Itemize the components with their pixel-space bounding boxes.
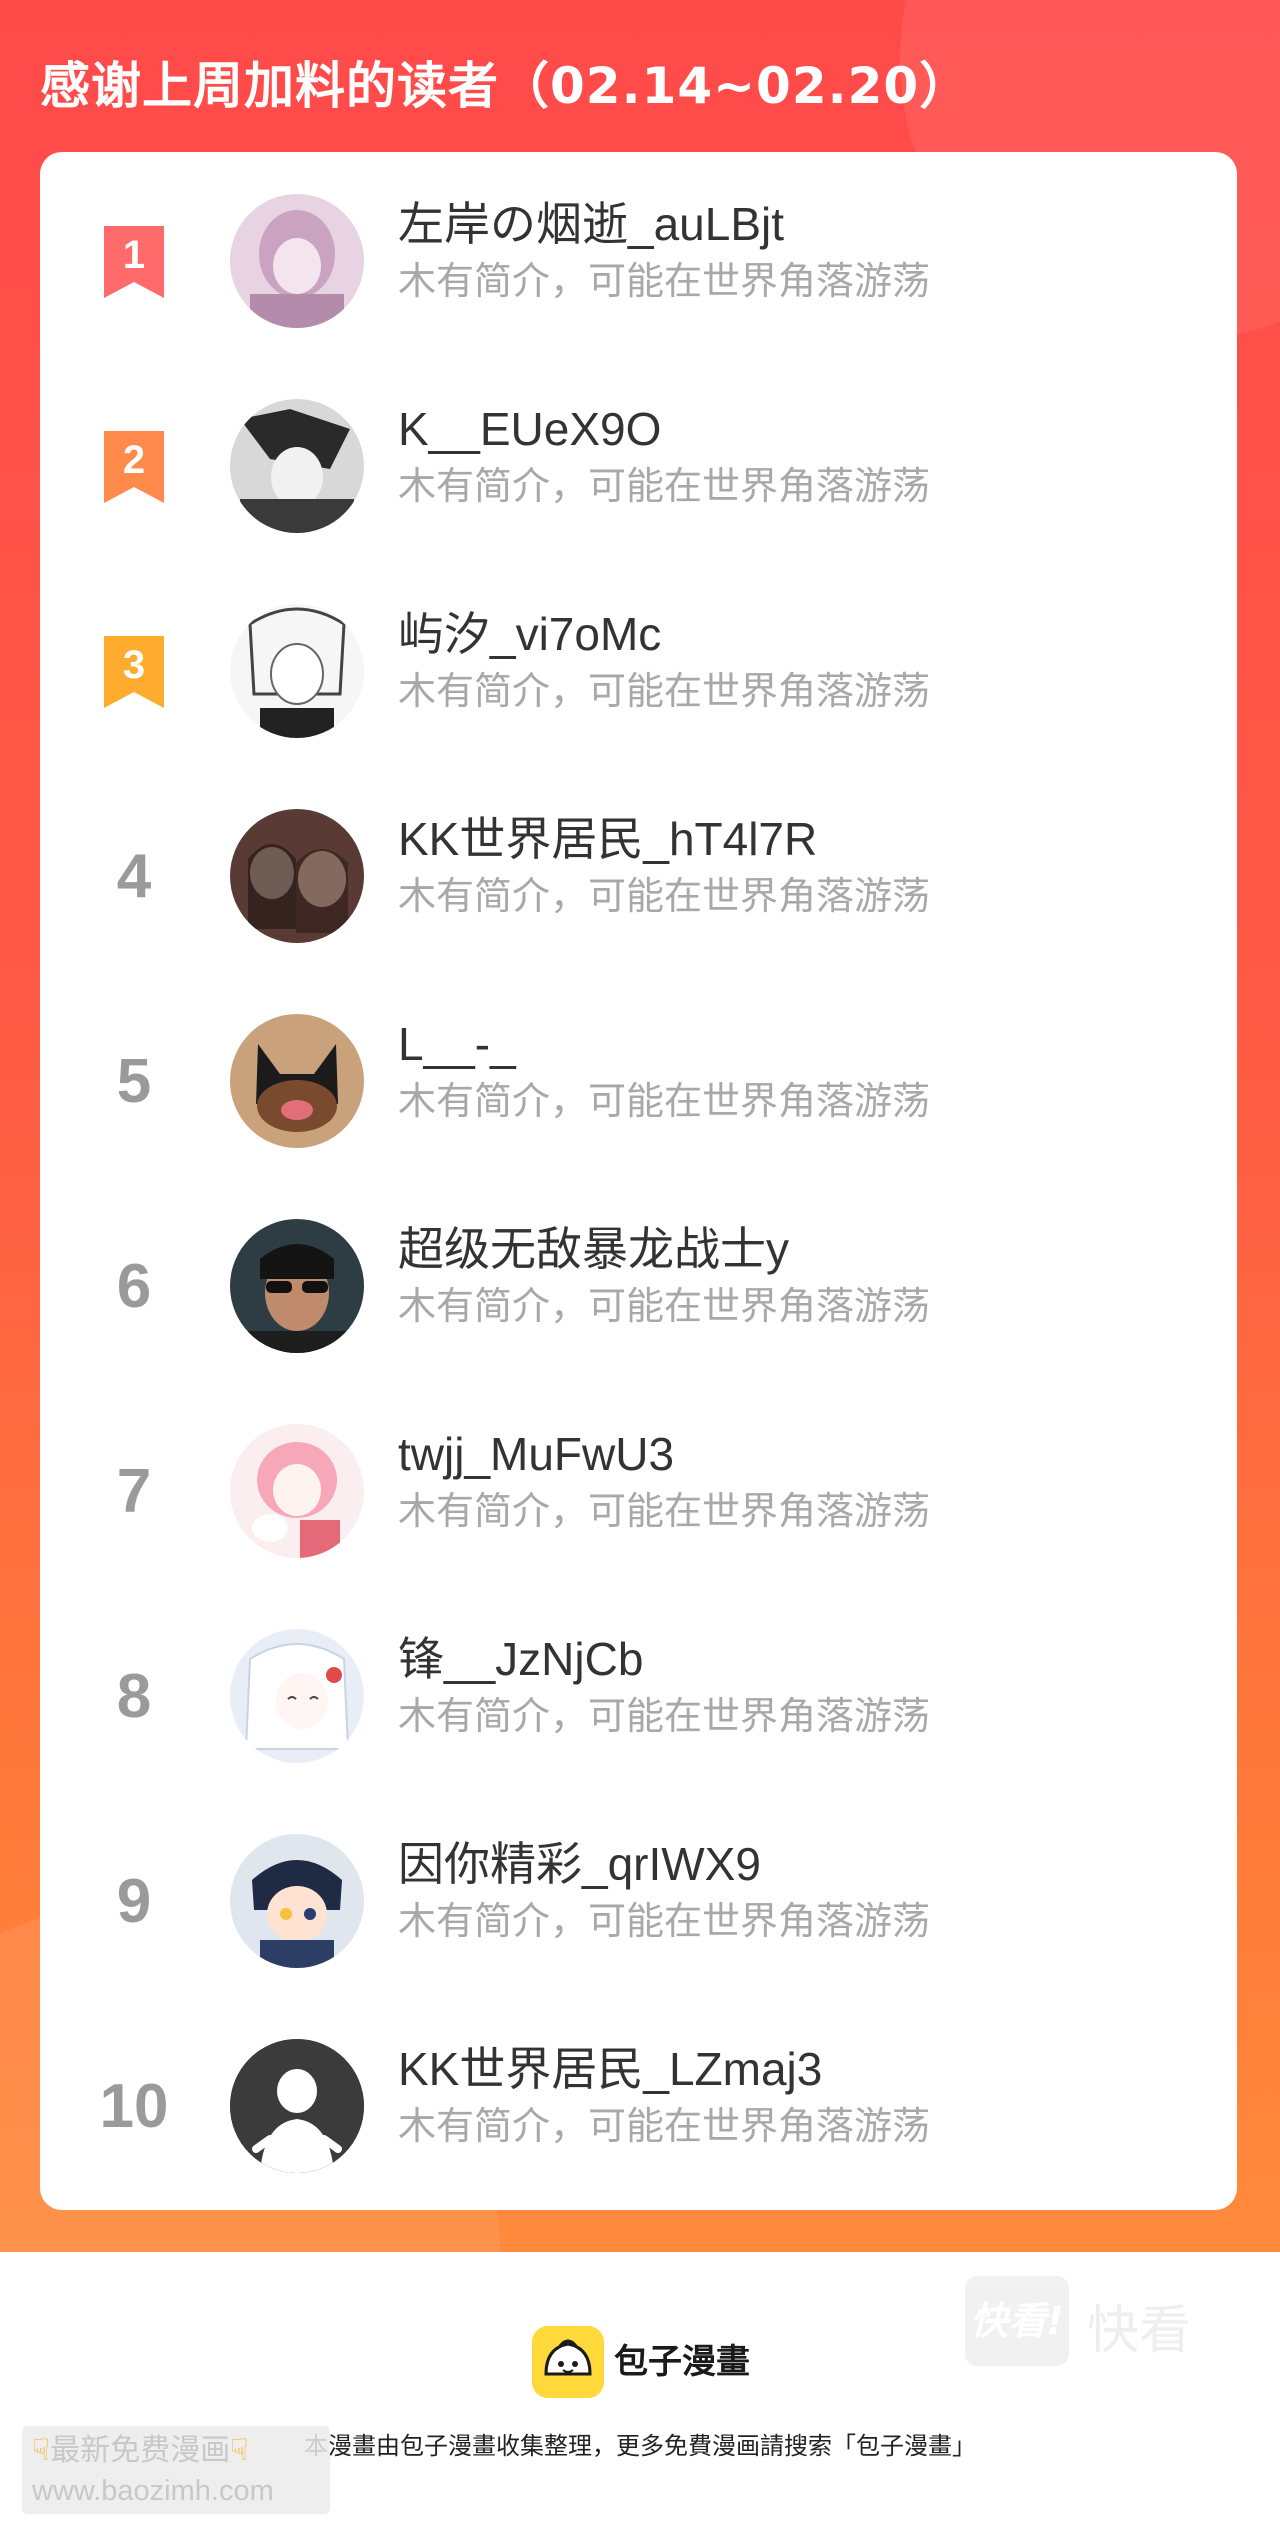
avatar[interactable]	[230, 399, 364, 533]
kuaikan-watermark: 快看! 快看	[965, 2270, 1205, 2370]
reader-name[interactable]: 屿汐_vi7oMc	[398, 604, 661, 664]
reader-list: 1 左岸の烟逝_auLBjt 木有简介，可能在世界角落游荡 2 K__EUeX9…	[40, 152, 1237, 2366]
avatar[interactable]	[230, 1219, 364, 1353]
avatar[interactable]	[230, 809, 364, 943]
reader-name[interactable]: 左岸の烟逝_auLBjt	[398, 194, 784, 254]
avatar[interactable]	[230, 604, 364, 738]
rank-number: 6	[116, 1252, 152, 1321]
rank-ribbon-icon: 2	[98, 427, 170, 507]
rank-number: 4	[116, 842, 152, 911]
svg-text:2: 2	[123, 438, 145, 482]
svg-text:1: 1	[123, 233, 145, 277]
reader-name[interactable]: KK世界居民_LZmaj3	[398, 2039, 822, 2099]
reader-row[interactable]: 4 KK世界居民_hT4l7R 木有简介，可能在世界角落游荡	[40, 767, 1237, 972]
baozi-logo-text: 包子漫畫	[614, 2342, 750, 2382]
rank-ribbon-icon: 1	[98, 222, 170, 302]
pointing-hand-icon: ☟	[32, 2433, 51, 2468]
reader-row[interactable]: 8 锋__JzNjCb 木有简介，可能在世界角落游荡	[40, 1587, 1237, 1792]
reader-bio: 木有简介，可能在世界角落游荡	[398, 874, 931, 918]
reader-bio: 木有简介，可能在世界角落游荡	[398, 1899, 931, 1943]
reader-name[interactable]: L__-_	[398, 1014, 516, 1074]
reader-row[interactable]: 2 K__EUeX9O 木有简介，可能在世界角落游荡	[40, 357, 1237, 562]
baozi-logo-icon	[532, 2326, 604, 2398]
reader-name[interactable]: K__EUeX9O	[398, 399, 661, 459]
reader-bio: 木有简介，可能在世界角落游荡	[398, 1694, 931, 1738]
avatar[interactable]	[230, 1629, 364, 1763]
kuaikan-watermark-text: 快看	[1087, 2301, 1192, 2361]
rank-number: 5	[116, 1047, 152, 1116]
avatar[interactable]	[230, 2039, 364, 2173]
reader-bio: 木有简介，可能在世界角落游荡	[398, 669, 931, 713]
reader-row[interactable]: 10 KK世界居民_LZmaj3 木有简介，可能在世界角落游荡	[40, 1997, 1237, 2202]
corner-watermark: ☟最新免费漫画☟ www.baozimh.com	[22, 2426, 330, 2514]
reader-row[interactable]: 5 L__-_ 木有简介，可能在世界角落游荡	[40, 972, 1237, 1177]
corner-watermark-url: www.baozimh.com	[32, 2475, 274, 2507]
reader-row[interactable]: 1 左岸の烟逝_auLBjt 木有简介，可能在世界角落游荡	[40, 152, 1237, 357]
reader-bio: 木有简介，可能在世界角落游荡	[398, 1284, 931, 1328]
rank-number: 7	[116, 1457, 152, 1526]
reader-bio: 木有简介，可能在世界角落游荡	[398, 1489, 931, 1533]
avatar[interactable]	[230, 1424, 364, 1558]
reader-bio: 木有简介，可能在世界角落游荡	[398, 464, 931, 508]
reader-name[interactable]: 锋__JzNjCb	[398, 1629, 643, 1689]
reader-name[interactable]: 因你精彩_qrIWX9	[398, 1834, 761, 1894]
reader-bio: 木有简介，可能在世界角落游荡	[398, 2104, 931, 2148]
reader-bio: 木有简介，可能在世界角落游荡	[398, 259, 931, 303]
reader-name[interactable]: 超级无敌暴龙战士y	[398, 1219, 789, 1279]
reader-bio: 木有简介，可能在世界角落游荡	[398, 1079, 931, 1123]
reader-name[interactable]: twjj_MuFwU3	[398, 1424, 674, 1484]
avatar[interactable]	[230, 1834, 364, 1968]
rank-number: 10	[99, 2072, 169, 2141]
reader-row[interactable]: 3 屿汐_vi7oMc 木有简介，可能在世界角落游荡	[40, 562, 1237, 767]
reader-row[interactable]: 7 twjj_MuFwU3 木有简介，可能在世界角落游荡	[40, 1382, 1237, 1587]
reader-row[interactable]: 6 超级无敌暴龙战士y 木有简介，可能在世界角落游荡	[40, 1177, 1237, 1382]
pointing-hand-icon: ☟	[230, 2433, 249, 2468]
rank-number: 9	[116, 1867, 152, 1936]
corner-watermark-line1: ☟最新免费漫画☟	[32, 2433, 249, 2468]
footer-note: 本漫畫由包子漫畫收集整理，更多免費漫画請搜索「包子漫畫」	[304, 2432, 976, 2460]
rank-number: 8	[116, 1662, 152, 1731]
rank-ribbon-icon: 3	[98, 632, 170, 712]
reader-row[interactable]: 9 因你精彩_qrIWX9 木有简介，可能在世界角落游荡	[40, 1792, 1237, 1997]
avatar[interactable]	[230, 1014, 364, 1148]
svg-text:3: 3	[123, 643, 145, 687]
reader-name[interactable]: KK世界居民_hT4l7R	[398, 809, 817, 869]
page-title: 感谢上周加料的读者（02.14~02.20）	[40, 57, 971, 115]
avatar[interactable]	[230, 194, 364, 328]
kuaikan-logo-icon: 快看!	[965, 2276, 1069, 2366]
